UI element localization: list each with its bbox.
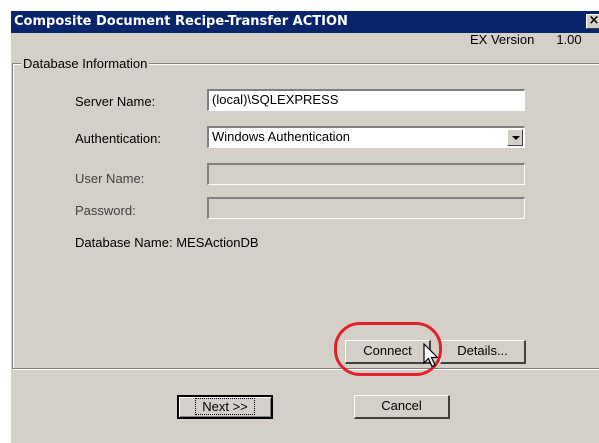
user-name-label: User Name:	[75, 171, 145, 186]
mouse-pointer-icon	[423, 343, 439, 368]
group-legend: Database Information	[21, 56, 150, 71]
chevron-down-icon[interactable]	[507, 129, 523, 146]
version-label: EX Version	[470, 32, 535, 47]
next-button[interactable]: Next >>	[177, 395, 273, 419]
server-name-input[interactable]: (local)\SQLEXPRESS	[207, 89, 525, 111]
server-name-label: Server Name:	[75, 94, 156, 109]
user-name-input[interactable]	[207, 163, 525, 185]
password-input[interactable]	[207, 197, 525, 219]
window-title: Composite Document Recipe-Transfer ACTIO…	[14, 14, 348, 29]
authentication-select[interactable]: Windows Authentication	[207, 126, 525, 148]
next-button-label: Next >>	[195, 398, 255, 415]
close-icon[interactable]: ×	[586, 14, 599, 29]
version-info: EX Version 1.00	[470, 32, 582, 47]
version-number: 1.00	[556, 32, 582, 47]
database-name-row: Database Name: MESActionDB	[75, 235, 259, 250]
database-name-label: Database Name:	[75, 235, 173, 250]
authentication-value: Windows Authentication	[212, 129, 351, 144]
database-name-value: MESActionDB	[176, 235, 259, 250]
cancel-button[interactable]: Cancel	[354, 395, 450, 419]
details-button[interactable]: Details...	[440, 340, 526, 364]
authentication-label: Authentication:	[75, 131, 162, 146]
password-label: Password:	[75, 203, 136, 218]
title-bar[interactable]: Composite Document Recipe-Transfer ACTIO…	[11, 11, 599, 33]
